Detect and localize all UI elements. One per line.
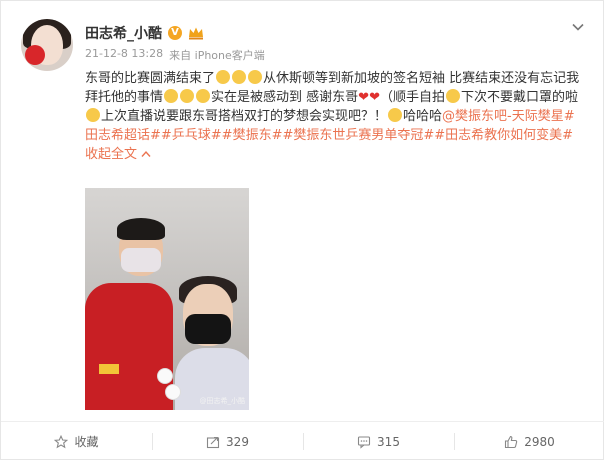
post-photo[interactable]: @田志希_小酷	[85, 188, 249, 410]
thumbs-up-icon	[505, 435, 518, 448]
mention-link[interactable]: @樊振东吧-天际樊星	[442, 109, 564, 124]
like-count: 2980	[524, 434, 555, 449]
comment-icon	[357, 435, 371, 449]
repost-count: 329	[226, 434, 249, 449]
author-name[interactable]: 田志希_小酷	[85, 23, 162, 43]
tearful-emoji-icon	[180, 89, 195, 103]
tearful-emoji-icon	[196, 89, 211, 103]
post-text-part: 哈哈哈	[403, 109, 443, 124]
doge-emoji-icon	[445, 89, 460, 103]
laughing-emoji-icon	[388, 108, 403, 122]
favorite-label: 收藏	[74, 435, 99, 449]
action-bar: 收藏 329 315 2980	[1, 422, 604, 460]
comment-count: 315	[377, 434, 400, 449]
chevron-down-icon[interactable]	[571, 19, 585, 33]
chevron-up-icon	[141, 150, 151, 157]
weibo-post-card: 田志希_小酷 V 21-12-8 13:28 来自 iPhone客户端 东哥的比…	[0, 0, 604, 460]
post-source: 来自 iPhone客户端	[169, 49, 265, 62]
heart-icon: ❤	[369, 90, 380, 105]
crying-emoji-icon	[248, 70, 263, 84]
post-text-part: 下次不要戴口罩的啦	[460, 90, 578, 105]
star-icon	[54, 434, 69, 448]
post-text-part: 东哥的比赛圆满结束了	[85, 71, 216, 86]
tearful-emoji-icon	[164, 89, 179, 103]
author-avatar[interactable]	[21, 19, 73, 71]
post-text-part: 上次直播说要跟东哥搭档双打的梦想会实现吧？！	[101, 109, 388, 124]
collapse-text-label: 收起全文	[85, 147, 138, 162]
crown-icon	[188, 26, 204, 40]
post-timestamp[interactable]: 21-12-8 13:28	[85, 47, 163, 63]
crying-emoji-icon	[232, 70, 247, 84]
favorite-button[interactable]: 收藏	[1, 422, 152, 460]
crying-emoji-icon	[216, 70, 231, 84]
post-meta: 21-12-8 13:28 来自 iPhone客户端	[85, 47, 265, 63]
like-button[interactable]: 2980	[454, 422, 604, 460]
repost-icon	[206, 436, 220, 448]
repost-button[interactable]: 329	[152, 422, 303, 460]
heart-icon: ❤	[358, 90, 370, 105]
doge-emoji-icon	[86, 108, 100, 122]
photo-watermark: @田志希_小酷	[199, 397, 246, 405]
author-row: 田志希_小酷 V	[85, 23, 204, 43]
collapse-text-link[interactable]: 收起全文	[85, 147, 151, 162]
post-text: 东哥的比赛圆满结束了 从休斯顿等到新加坡的签名短袖 比赛结束还没有忘记我拜托他的事…	[85, 69, 585, 164]
verified-icon: V	[168, 26, 182, 40]
post-text-part: （顺手自拍	[379, 90, 445, 105]
comment-button[interactable]: 315	[303, 422, 454, 460]
post-text-part: 实在是被感动到 感谢东哥	[211, 90, 359, 105]
